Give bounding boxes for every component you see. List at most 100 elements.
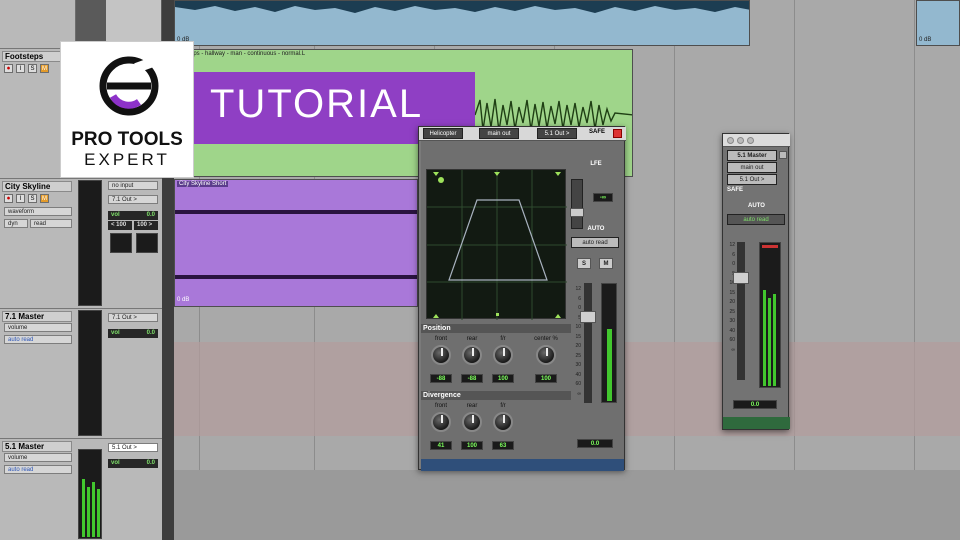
- path-selector[interactable]: 5.1 Out >: [537, 128, 577, 139]
- audio-clip-city-skyline[interactable]: City Skyline Short 0 dB: [174, 179, 418, 307]
- divergence-fr-knob[interactable]: [493, 412, 513, 432]
- panner-grid-svg: [427, 170, 567, 320]
- track-view-selector[interactable]: volume: [4, 323, 72, 332]
- tutorial-title: TUTORIAL: [210, 82, 424, 126]
- input-monitor-button[interactable]: I: [16, 64, 25, 73]
- panner-body: LFE -∞ AUTO auto read S M 12605101520253…: [421, 141, 624, 471]
- track-selector[interactable]: 5.1 Master: [727, 150, 777, 161]
- automation-mode-selector[interactable]: auto read: [727, 214, 785, 225]
- waveform-left: [175, 210, 417, 214]
- pan-knob-left[interactable]: [110, 233, 132, 253]
- track-selector[interactable]: Helicopter: [423, 128, 463, 139]
- automation-mode-selector[interactable]: auto read: [571, 237, 619, 248]
- lfe-label: LFE: [590, 161, 602, 167]
- mute-button[interactable]: M: [40, 64, 49, 73]
- safe-button[interactable]: [613, 129, 622, 138]
- mute-button[interactable]: M: [40, 194, 49, 203]
- volume-readout[interactable]: vol 0.0: [108, 329, 158, 338]
- panner-footer: [421, 459, 624, 471]
- track-view-selector[interactable]: volume: [4, 453, 72, 462]
- waveform: [175, 1, 749, 13]
- position-front-value[interactable]: -88: [430, 374, 452, 383]
- divergence-rear-value[interactable]: 100: [461, 441, 483, 450]
- output-selector[interactable]: main out: [727, 162, 777, 173]
- position-center-knob[interactable]: [536, 345, 556, 365]
- automation-mode-selector[interactable]: auto read: [4, 335, 72, 344]
- track-meter-city: [78, 180, 102, 306]
- safe-label: SAFE: [589, 129, 606, 135]
- path-selector[interactable]: 5.1 Out >: [727, 174, 777, 185]
- track-5-1-master: 5.1 Master volume auto read 5.1 Out > vo…: [0, 438, 162, 540]
- minimize-icon[interactable]: [737, 137, 744, 144]
- solo-button[interactable]: S: [28, 194, 37, 203]
- output-selector[interactable]: main out: [479, 128, 519, 139]
- divergence-rear-knob[interactable]: [462, 412, 482, 432]
- solo-button[interactable]: S: [577, 258, 591, 269]
- input-selector[interactable]: no input: [108, 181, 158, 190]
- output-selector[interactable]: 7.1 Out >: [108, 313, 158, 322]
- pan-left-readout[interactable]: < 100: [108, 221, 132, 230]
- pan-knob-right[interactable]: [136, 233, 158, 253]
- audio-clip-top[interactable]: 0 dB: [174, 0, 750, 46]
- record-button[interactable]: ⏺: [4, 64, 13, 73]
- volume-fader-cap[interactable]: [733, 272, 749, 284]
- position-front-knob[interactable]: [431, 345, 451, 365]
- pan-right-readout[interactable]: 100 >: [134, 221, 158, 230]
- solo-button[interactable]: S: [28, 64, 37, 73]
- automation-mode-selector[interactable]: auto read: [4, 465, 72, 474]
- volume-fader-cap[interactable]: [580, 311, 596, 323]
- fader-readout[interactable]: 0.0: [577, 439, 613, 448]
- output-window-titlebar[interactable]: [723, 134, 790, 147]
- volume-readout[interactable]: vol 0.0: [108, 459, 158, 468]
- track-view-selector[interactable]: waveform: [4, 207, 72, 216]
- volume-readout[interactable]: vol 0.0: [108, 211, 158, 220]
- volume-fader-track[interactable]: [580, 283, 596, 403]
- divergence-front-label: front: [434, 403, 447, 409]
- panner-titlebar[interactable]: Helicopter main out 5.1 Out > SAFE: [419, 127, 626, 141]
- position-rear-label: rear: [466, 336, 478, 342]
- automation-mode-selector[interactable]: read: [30, 219, 72, 228]
- position-center-value[interactable]: 100: [535, 374, 557, 383]
- auto-label: AUTO: [587, 226, 605, 232]
- record-button[interactable]: ⏺: [4, 194, 13, 203]
- output-selector[interactable]: 5.1 Out >: [108, 443, 158, 452]
- close-icon[interactable]: [727, 137, 734, 144]
- lfe-readout[interactable]: -∞: [593, 193, 613, 202]
- fader-scale: 1260510152025304060∞: [575, 286, 581, 397]
- waveform-right: [175, 275, 417, 279]
- track-name[interactable]: 7.1 Master: [2, 311, 72, 322]
- auto-label: AUTO: [748, 203, 765, 209]
- output-meter: [601, 283, 617, 403]
- clip-name: ootsteps - hallway - man - continuous - …: [177, 51, 306, 57]
- position-fr-knob[interactable]: [493, 345, 513, 365]
- position-rear-knob[interactable]: [462, 345, 482, 365]
- volume-fader-track[interactable]: [733, 242, 749, 380]
- position-rear-value[interactable]: -88: [461, 374, 483, 383]
- divergence-front-value[interactable]: 41: [430, 441, 452, 450]
- safe-label[interactable]: SAFE: [727, 187, 743, 193]
- zoom-icon[interactable]: [747, 137, 754, 144]
- mute-button[interactable]: M: [599, 258, 613, 269]
- clip-name: City Skyline Short: [177, 181, 229, 187]
- input-monitor-button[interactable]: I: [16, 194, 25, 203]
- track-name[interactable]: 5.1 Master: [2, 441, 72, 452]
- output-window[interactable]: 5.1 Master main out 5.1 Out > SAFE AUTO …: [722, 133, 790, 430]
- output-panner-window[interactable]: Helicopter main out 5.1 Out > SAFE LFE -…: [418, 126, 626, 471]
- fader-readout[interactable]: 0.0: [733, 400, 777, 409]
- surround-panner-grid[interactable]: [426, 169, 567, 320]
- clip-gain: 0 dB: [177, 297, 190, 303]
- fader-scale: 1260510152025304060∞: [729, 242, 735, 353]
- position-fr-label: f/r: [500, 336, 506, 342]
- track-name[interactable]: City Skyline: [2, 181, 72, 192]
- divergence-section-title: Divergence: [421, 391, 571, 400]
- position-section-title: Position: [421, 324, 571, 333]
- window-option-button[interactable]: [779, 151, 787, 159]
- audio-clip-top-right[interactable]: 0 dB: [916, 0, 960, 46]
- automation-lane-5-1[interactable]: [174, 470, 960, 540]
- divergence-front-knob[interactable]: [431, 412, 451, 432]
- divergence-fr-value[interactable]: 63: [492, 441, 514, 450]
- dyn-selector[interactable]: dyn: [4, 219, 28, 228]
- lfe-fader[interactable]: [570, 179, 584, 229]
- output-selector[interactable]: 7.1 Out >: [108, 195, 158, 204]
- position-fr-value[interactable]: 100: [492, 374, 514, 383]
